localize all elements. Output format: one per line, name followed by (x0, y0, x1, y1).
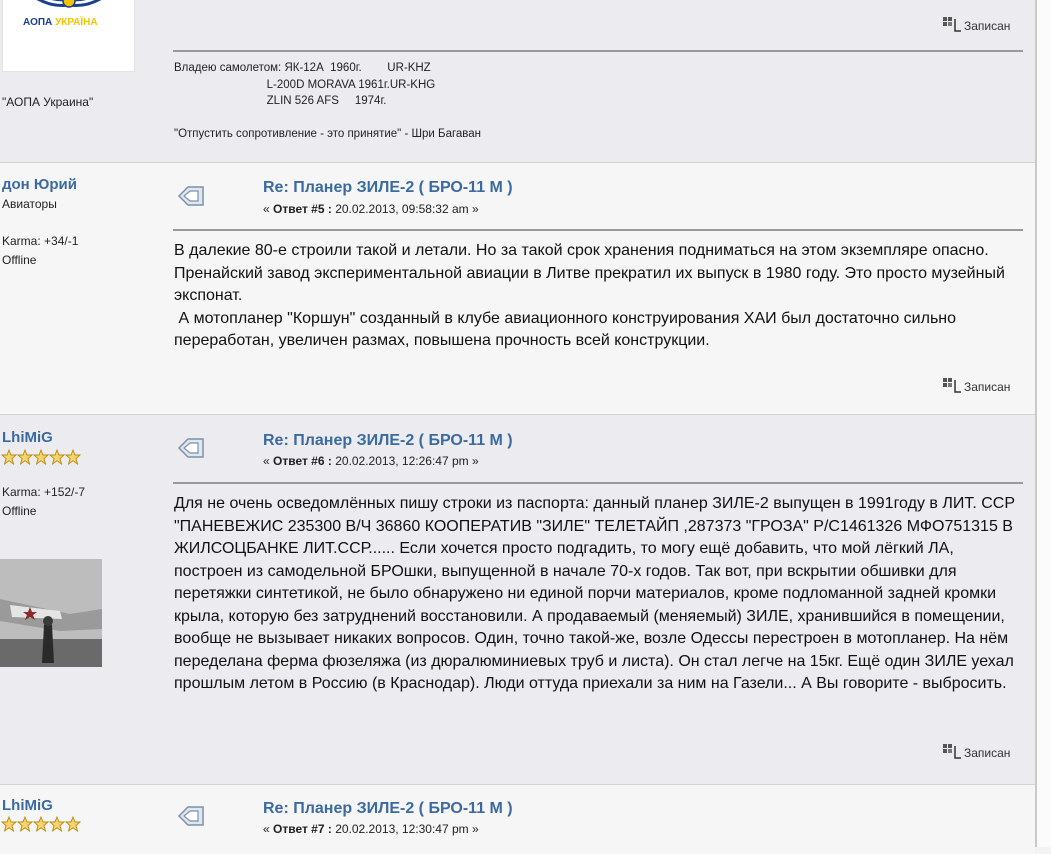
online-status: Offline (2, 253, 37, 267)
author-name[interactable]: LhiMiG (2, 797, 53, 814)
star-icon (49, 449, 65, 465)
author-name[interactable]: LhiMiG (2, 429, 53, 446)
post-reply-7: LhiMiG Re: Планер ЗИЛЕ-2 ( БРО-11 М ) « … (0, 784, 1035, 854)
post-previous: АОПА УКРАЇНА "АОПА Украина" Записан Влад… (0, 0, 1035, 162)
author-title: "АОПА Украина" (2, 95, 94, 109)
post-icon (177, 438, 204, 458)
post-divider (173, 229, 1023, 231)
rank-stars (1, 449, 81, 465)
post-body: В далекие 80-е строили такой и летали. Н… (174, 242, 1005, 349)
karma: Karma: +34/-1 (2, 234, 79, 248)
post-subject[interactable]: Re: Планер ЗИЛЕ-2 ( БРО-11 М ) (263, 800, 513, 818)
star-icon (65, 816, 81, 832)
post-icon (177, 806, 204, 826)
post-meta: « Ответ #6 : 20.02.2013, 12:26:47 pm » (263, 454, 479, 468)
logo-text: АОПА УКРАЇНА (23, 17, 98, 28)
reported-link[interactable]: Записан (942, 15, 1010, 33)
author-name[interactable]: дон Юрий (2, 176, 77, 193)
avatar (0, 559, 102, 667)
star-icon (1, 816, 17, 832)
reported-label: Записан (964, 746, 1011, 760)
star-icon (17, 816, 33, 832)
star-icon (1, 449, 17, 465)
reported-icon (943, 378, 961, 393)
reported-label: Записан (964, 19, 1011, 33)
post-reply-6: LhiMiG Karma: +152/-7 Offline Re: Планер… (0, 414, 1035, 784)
avatar-photo (0, 559, 102, 667)
star-icon (49, 816, 65, 832)
star-icon (33, 816, 49, 832)
aopa-logo: АОПА УКРАЇНА (2, 0, 135, 72)
reported-icon (943, 17, 961, 32)
reported-link[interactable]: Записан (942, 376, 1010, 394)
post-meta: « Ответ #7 : 20.02.2013, 12:30:47 pm » (263, 822, 479, 836)
star-icon (33, 449, 49, 465)
online-status: Offline (2, 504, 37, 518)
post-meta: « Ответ #5 : 20.02.2013, 09:58:32 am » (263, 202, 479, 216)
reported-icon (943, 744, 961, 759)
signature-divider (173, 50, 1023, 52)
signature-text: Владею самолетом: ЯК-12А 1960г. UR-KHZ L… (174, 62, 482, 140)
post-body: Для не очень осведомлённых пишу строки и… (174, 495, 1020, 692)
post-subject[interactable]: Re: Планер ЗИЛЕ-2 ( БРО-11 М ) (263, 432, 513, 450)
post-subject[interactable]: Re: Планер ЗИЛЕ-2 ( БРО-11 М ) (263, 179, 513, 197)
star-icon (17, 449, 33, 465)
page-scroll-edge (1035, 0, 1051, 847)
post-divider (173, 482, 1023, 484)
post-icon (177, 186, 204, 206)
rank-stars (1, 816, 81, 832)
author-group: Авиаторы (2, 197, 57, 211)
reported-label: Записан (964, 380, 1011, 394)
star-icon (65, 449, 81, 465)
post-reply-5: дон Юрий Авиаторы Karma: +34/-1 Offline … (0, 162, 1035, 414)
reported-link[interactable]: Записан (942, 742, 1010, 760)
karma: Karma: +152/-7 (2, 485, 86, 499)
wings-emblem-icon (36, 0, 102, 8)
